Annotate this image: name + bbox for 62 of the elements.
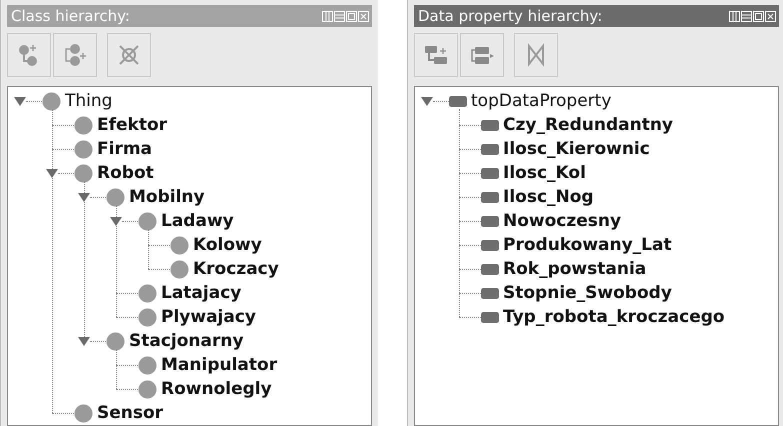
tree-node-label[interactable]: Ilosc_Kierownic: [503, 140, 650, 158]
tree-node-label[interactable]: Mobilny: [129, 188, 205, 206]
class-node-icon: [138, 284, 157, 302]
tree-node-label[interactable]: topDataProperty: [471, 92, 612, 110]
tree-node-label[interactable]: Ilosc_Kol: [503, 164, 586, 182]
tree-node-label[interactable]: Efektor: [97, 116, 168, 134]
expanded-toggle-icon[interactable]: [14, 95, 26, 107]
tree-node-label[interactable]: Latajacy: [161, 284, 242, 302]
tree-node-label[interactable]: Stopnie_Swobody: [503, 284, 672, 302]
class-node-icon: [74, 140, 93, 158]
expanded-toggle-icon[interactable]: [421, 95, 433, 107]
class-node-icon: [170, 260, 189, 278]
tree-node-label[interactable]: Produkowany_Lat: [503, 236, 672, 254]
tree-node-label[interactable]: Czy_Redundantny: [503, 116, 673, 134]
tree-node-label[interactable]: Manipulator: [161, 356, 278, 374]
tree-node-label[interactable]: Kolowy: [193, 236, 262, 254]
property-node-icon: [481, 144, 499, 154]
tree-node-label[interactable]: Rok_powstania: [503, 260, 646, 278]
tree-node-label[interactable]: Firma: [97, 140, 152, 158]
property-node-icon: [481, 168, 499, 178]
expanded-toggle-icon[interactable]: [78, 191, 90, 203]
split-columns-icon[interactable]: [729, 10, 740, 22]
tree-node-label[interactable]: Kroczacy: [193, 260, 279, 278]
class-node-icon: [42, 92, 61, 110]
property-node-icon: [481, 216, 499, 226]
tree-node-label[interactable]: Stacjonarny: [129, 332, 244, 350]
property-node-icon: [481, 240, 499, 250]
tree-node-label[interactable]: Rownolegly: [161, 380, 272, 398]
class-node-icon: [74, 404, 93, 422]
class-node-icon: [138, 380, 157, 398]
class-node-icon: [138, 212, 157, 230]
property-node-icon: [481, 312, 499, 322]
split-rows-icon[interactable]: [741, 10, 752, 22]
tree-node-label[interactable]: Robot: [97, 164, 154, 182]
tree-node-label[interactable]: Ladawy: [161, 212, 234, 230]
expanded-toggle-icon[interactable]: [78, 335, 90, 347]
toolbar-button[interactable]: [414, 33, 458, 77]
toolbar-button[interactable]: [460, 33, 504, 77]
class-node-icon: [74, 164, 93, 182]
tree-node-label[interactable]: Plywajacy: [161, 308, 256, 326]
tree-node-label[interactable]: Sensor: [97, 404, 164, 422]
class-node-icon: [138, 356, 157, 374]
tree-node-label[interactable]: Nowoczesny: [503, 212, 622, 230]
panel-title: Data property hierarchy:: [418, 6, 602, 27]
property-node-icon: [481, 288, 499, 298]
property-node-icon: [481, 264, 499, 274]
class-node-icon: [106, 188, 125, 206]
class-node-icon: [106, 332, 125, 350]
property-node-icon: [449, 96, 467, 106]
expanded-toggle-icon[interactable]: [110, 215, 122, 227]
tree-node-label[interactable]: Thing: [65, 92, 112, 110]
class-node-icon: [138, 308, 157, 326]
panel-title: Class hierarchy:: [11, 6, 130, 27]
maximize-icon[interactable]: [753, 10, 764, 22]
expanded-toggle-icon[interactable]: [46, 167, 58, 179]
property-node-icon: [481, 192, 499, 202]
tree-node-label[interactable]: Ilosc_Nog: [503, 188, 594, 206]
property-node-icon: [481, 120, 499, 130]
tree-node-label[interactable]: Typ_robota_kroczacego: [503, 308, 725, 326]
class-node-icon: [74, 116, 93, 134]
class-node-icon: [170, 236, 189, 254]
close-icon[interactable]: [765, 10, 776, 22]
